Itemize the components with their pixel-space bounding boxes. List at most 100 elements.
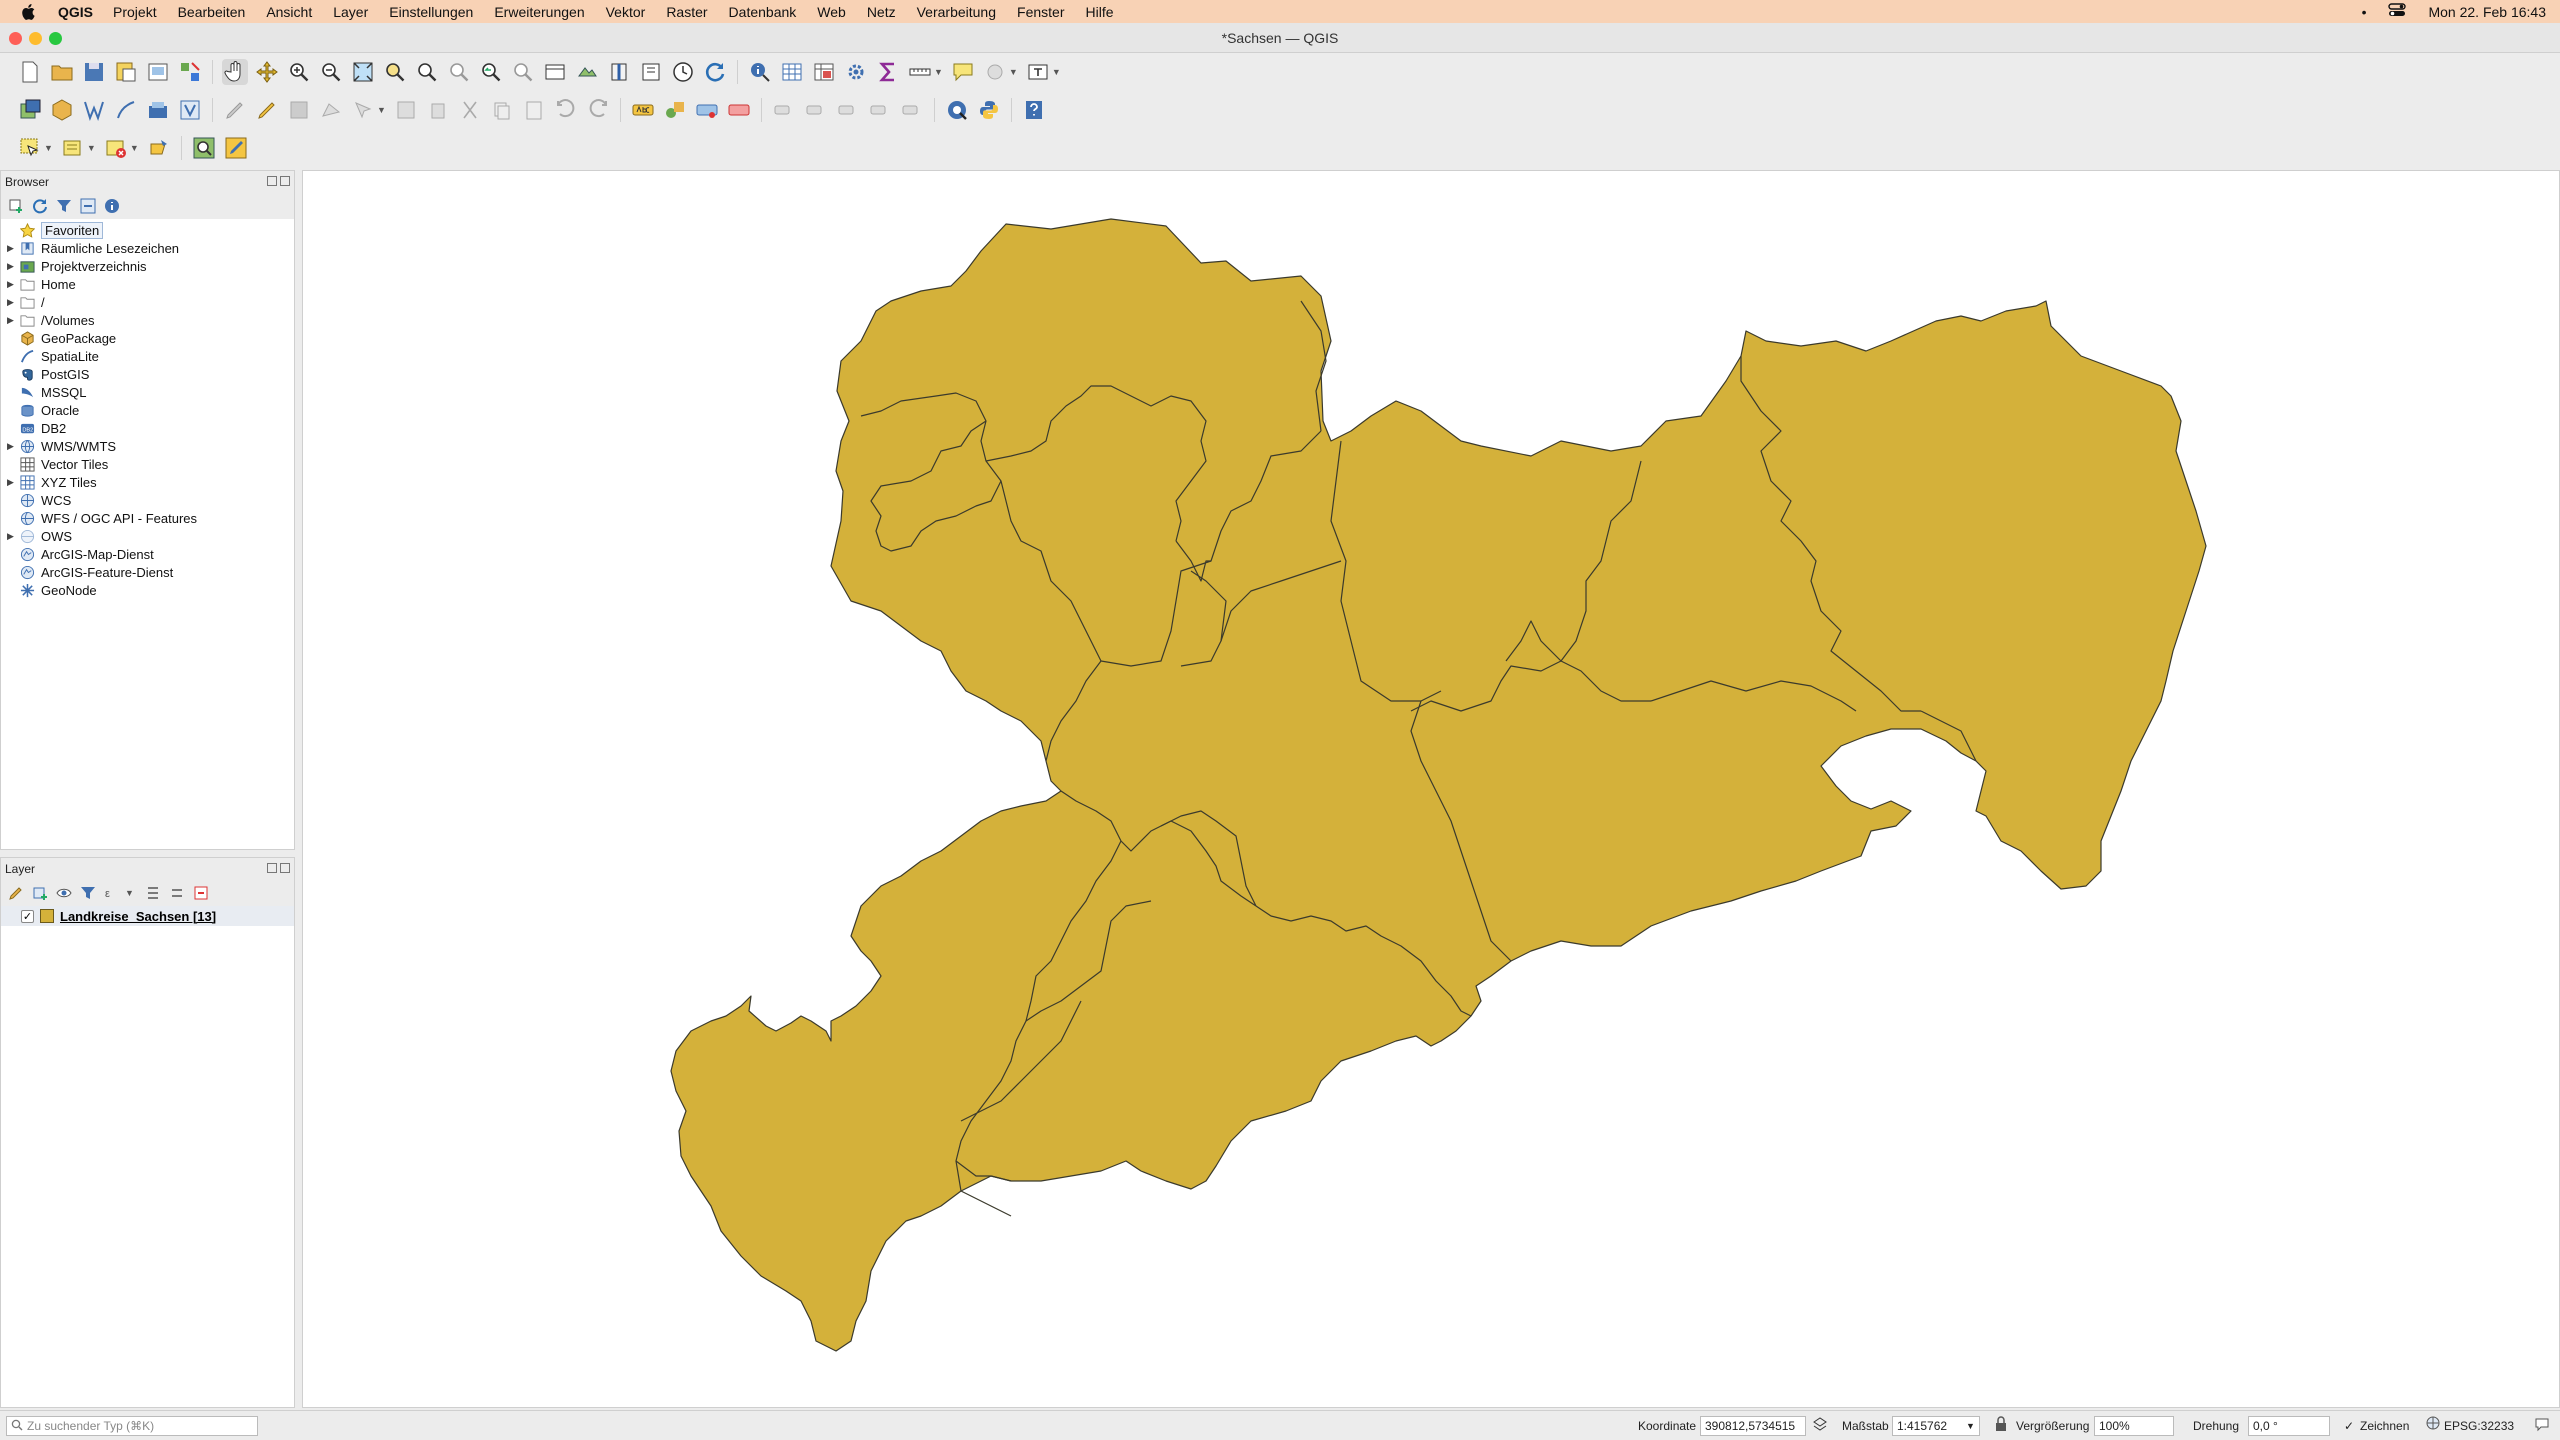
rotate-label-icon[interactable] — [803, 97, 829, 123]
temporal-controller-icon[interactable] — [606, 59, 632, 85]
pan-map-icon[interactable] — [222, 59, 248, 85]
menu-hilfe[interactable]: Hilfe — [1085, 4, 1113, 20]
paste-icon[interactable] — [521, 97, 547, 123]
browser-item-volumes[interactable]: ▶/Volumes — [1, 311, 294, 329]
pan-to-selection-icon[interactable] — [254, 59, 280, 85]
layer-row-landkreise[interactable]: ✓ Landkreise_Sachsen [13] — [1, 906, 294, 926]
select-features-icon[interactable] — [17, 135, 43, 161]
zoom-to-layer-icon[interactable] — [414, 59, 440, 85]
toggle-editing-icon[interactable] — [254, 97, 280, 123]
chevron-down-icon[interactable]: ▼ — [125, 888, 134, 898]
undo-icon[interactable] — [553, 97, 579, 123]
chevron-down-icon[interactable]: ▼ — [87, 143, 96, 153]
zoom-full-icon[interactable] — [350, 59, 376, 85]
zoom-in-icon[interactable] — [286, 59, 312, 85]
coordinate-field[interactable]: 390812,5734515 — [1700, 1416, 1806, 1436]
save-project-icon[interactable] — [81, 59, 107, 85]
select-by-value-icon[interactable] — [60, 135, 86, 161]
menubar-clock[interactable]: Mon 22. Feb 16:43 — [2428, 4, 2546, 20]
refresh-icon[interactable] — [702, 59, 728, 85]
browser-item-arcgis-feature[interactable]: ArcGIS-Feature-Dienst — [1, 563, 294, 581]
new-shapefile-layer-icon[interactable] — [81, 97, 107, 123]
virtual-layer-icon[interactable] — [177, 97, 203, 123]
add-selected-layers-icon[interactable] — [7, 197, 25, 215]
new-3d-view-icon[interactable] — [574, 59, 600, 85]
filter-expression-icon[interactable]: ε — [103, 884, 121, 902]
chevron-down-icon[interactable]: ▼ — [934, 67, 943, 77]
label-tool-icon[interactable] — [630, 97, 656, 123]
browser-item-xyz-tiles[interactable]: ▶ XYZ Tiles — [1, 473, 294, 491]
control-center-icon[interactable] — [2388, 3, 2407, 20]
browser-item-db2[interactable]: DB2 DB2 — [1, 419, 294, 437]
cut-icon[interactable] — [457, 97, 483, 123]
browser-item-ows[interactable]: ▶ OWS — [1, 527, 294, 545]
measure-icon[interactable] — [907, 59, 933, 85]
browser-item-vector-tiles[interactable]: Vector Tiles — [1, 455, 294, 473]
browser-item-mssql[interactable]: MSSQL — [1, 383, 294, 401]
pin-labels-icon[interactable] — [694, 97, 720, 123]
layer-styling-icon[interactable] — [7, 884, 25, 902]
layer-labeling-icon[interactable] — [662, 97, 688, 123]
new-virtual-layer-icon[interactable] — [145, 97, 171, 123]
float-panel-button[interactable] — [267, 863, 277, 873]
browser-item-geopackage[interactable]: GeoPackage — [1, 329, 294, 347]
menu-erweiterungen[interactable]: Erweiterungen — [494, 4, 584, 20]
print-layout-icon[interactable] — [145, 59, 171, 85]
manage-visibility-icon[interactable] — [55, 884, 73, 902]
chevron-down-icon[interactable]: ▼ — [44, 143, 53, 153]
layer-visibility-checkbox[interactable]: ✓ — [21, 909, 34, 923]
refresh-icon[interactable] — [31, 197, 49, 215]
collapse-all-icon[interactable] — [168, 884, 186, 902]
current-edits-icon[interactable] — [222, 97, 248, 123]
browser-item-lesezeichen[interactable]: ▶ Räumliche Lesezeichen — [1, 239, 294, 257]
add-feature-icon[interactable] — [318, 97, 344, 123]
filter-legend-icon[interactable] — [79, 884, 97, 902]
apple-icon[interactable] — [14, 1, 42, 23]
copy-icon[interactable] — [489, 97, 515, 123]
python-console-icon[interactable] — [976, 97, 1002, 123]
open-project-icon[interactable] — [49, 59, 75, 85]
diagram-label-icon[interactable] — [899, 97, 925, 123]
toolbox-search-icon[interactable] — [191, 135, 217, 161]
browser-item-wfs[interactable]: WFS / OGC API - Features — [1, 509, 294, 527]
zoom-native-icon[interactable] — [446, 59, 472, 85]
close-panel-button[interactable] — [280, 176, 290, 186]
vertex-tool-icon[interactable] — [350, 97, 376, 123]
statistics-icon[interactable] — [875, 59, 901, 85]
menu-verarbeitung[interactable]: Verarbeitung — [917, 4, 996, 20]
decorations-icon[interactable] — [982, 59, 1008, 85]
metasearch-icon[interactable] — [944, 97, 970, 123]
menu-fenster[interactable]: Fenster — [1017, 4, 1064, 20]
browser-item-arcgis-map[interactable]: ArcGIS-Map-Dienst — [1, 545, 294, 563]
menu-netz[interactable]: Netz — [867, 4, 896, 20]
app-menu[interactable]: QGIS — [58, 4, 93, 20]
collapse-all-icon[interactable] — [79, 197, 97, 215]
new-spatialite-layer-icon[interactable] — [113, 97, 139, 123]
browser-item-root[interactable]: ▶ / — [1, 293, 294, 311]
style-manager-icon[interactable] — [177, 59, 203, 85]
modify-attributes-icon[interactable] — [393, 97, 419, 123]
map-canvas[interactable] — [302, 170, 2560, 1408]
zoom-out-icon[interactable] — [318, 59, 344, 85]
lock-icon[interactable] — [1994, 1416, 2008, 1438]
clock-icon[interactable] — [670, 59, 696, 85]
redo-icon[interactable] — [585, 97, 611, 123]
menu-einstellungen[interactable]: Einstellungen — [389, 4, 473, 20]
menu-projekt[interactable]: Projekt — [113, 4, 157, 20]
menu-raster[interactable]: Raster — [666, 4, 707, 20]
render-checkbox[interactable]: ✓ — [2344, 1416, 2354, 1436]
browser-item-home[interactable]: ▶ Home — [1, 275, 294, 293]
crs-button[interactable]: EPSG:32233 — [2444, 1416, 2514, 1436]
browser-item-postgis[interactable]: PostGIS — [1, 365, 294, 383]
new-project-icon[interactable] — [17, 59, 43, 85]
identify-icon[interactable] — [747, 59, 773, 85]
save-edits-icon[interactable] — [286, 97, 312, 123]
field-calculator-icon[interactable] — [811, 59, 837, 85]
help-icon[interactable] — [1021, 97, 1047, 123]
browser-item-wms[interactable]: ▶ WMS/WMTS — [1, 437, 294, 455]
filter-icon[interactable] — [55, 197, 73, 215]
data-source-manager-icon[interactable] — [17, 97, 43, 123]
magnifier-spinbox[interactable]: 100% — [2094, 1416, 2174, 1436]
chevron-down-icon[interactable]: ▼ — [1052, 67, 1061, 77]
menu-datenbank[interactable]: Datenbank — [729, 4, 797, 20]
